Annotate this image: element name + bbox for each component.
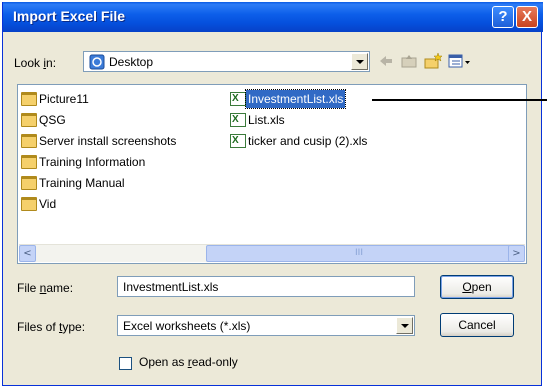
file-type-dropdown[interactable]: Excel worksheets (*.xls) (117, 315, 415, 336)
back-icon[interactable] (377, 52, 395, 70)
file-name-input[interactable]: InvestmentList.xls (117, 276, 415, 297)
view-menu-icon[interactable] (448, 52, 472, 70)
excel-file-icon (230, 111, 246, 129)
item-label: List.xls (248, 113, 285, 127)
item-label: Vid (39, 197, 57, 211)
file-type-label: Files of type: (17, 320, 86, 334)
item-label: Training Information (39, 155, 146, 169)
file-name-value: InvestmentList.xls (123, 280, 219, 294)
import-excel-dialog: Import Excel File ? X Look in: Desktop P… (2, 2, 543, 386)
folder-icon (21, 197, 37, 211)
scroll-right-button[interactable]: > (508, 245, 525, 262)
callout-line (372, 99, 547, 101)
desktop-icon (89, 54, 105, 70)
item-label: Training Manual (39, 176, 125, 190)
folder-icon (21, 176, 37, 190)
item-label: Server install screenshots (39, 134, 177, 148)
folder-icon (21, 155, 37, 169)
folder-icon (21, 113, 37, 127)
read-only-label[interactable]: Open as read-only (139, 355, 238, 369)
look-in-dropdown[interactable]: Desktop (83, 51, 370, 72)
open-button[interactable]: Open (440, 275, 514, 299)
chevron-down-icon[interactable] (351, 53, 368, 70)
item-label: ticker and cusip (2).xls (248, 134, 368, 148)
excel-file-icon (230, 132, 246, 150)
up-folder-icon[interactable] (400, 52, 418, 70)
dialog-title: Import Excel File (13, 8, 126, 24)
look-in-value: Desktop (109, 55, 154, 69)
file-name-label: File name: (17, 281, 74, 295)
file-type-value: Excel worksheets (*.xls) (123, 319, 251, 333)
look-in-label: Look in: (14, 56, 57, 70)
item-label: InvestmentList.xls (244, 89, 347, 109)
excel-file-icon (230, 90, 246, 108)
horizontal-scrollbar[interactable]: < III > (19, 244, 525, 262)
chevron-down-icon[interactable] (396, 317, 413, 334)
help-button[interactable]: ? (492, 6, 514, 28)
new-folder-icon[interactable] (423, 52, 443, 70)
item-label: QSG (39, 113, 66, 127)
item-label: Picture11 (39, 92, 89, 106)
close-button[interactable]: X (516, 6, 538, 28)
read-only-checkbox[interactable] (119, 357, 132, 370)
title-bar[interactable]: Import Excel File ? X (3, 2, 543, 32)
scroll-thumb[interactable]: III (206, 245, 512, 262)
folder-icon (21, 134, 37, 148)
file-list[interactable]: Picture11 QSG Server install screenshots Tr… (17, 84, 527, 264)
folder-icon (21, 92, 37, 106)
scroll-left-button[interactable]: < (19, 245, 36, 262)
cancel-button[interactable]: Cancel (440, 313, 514, 337)
